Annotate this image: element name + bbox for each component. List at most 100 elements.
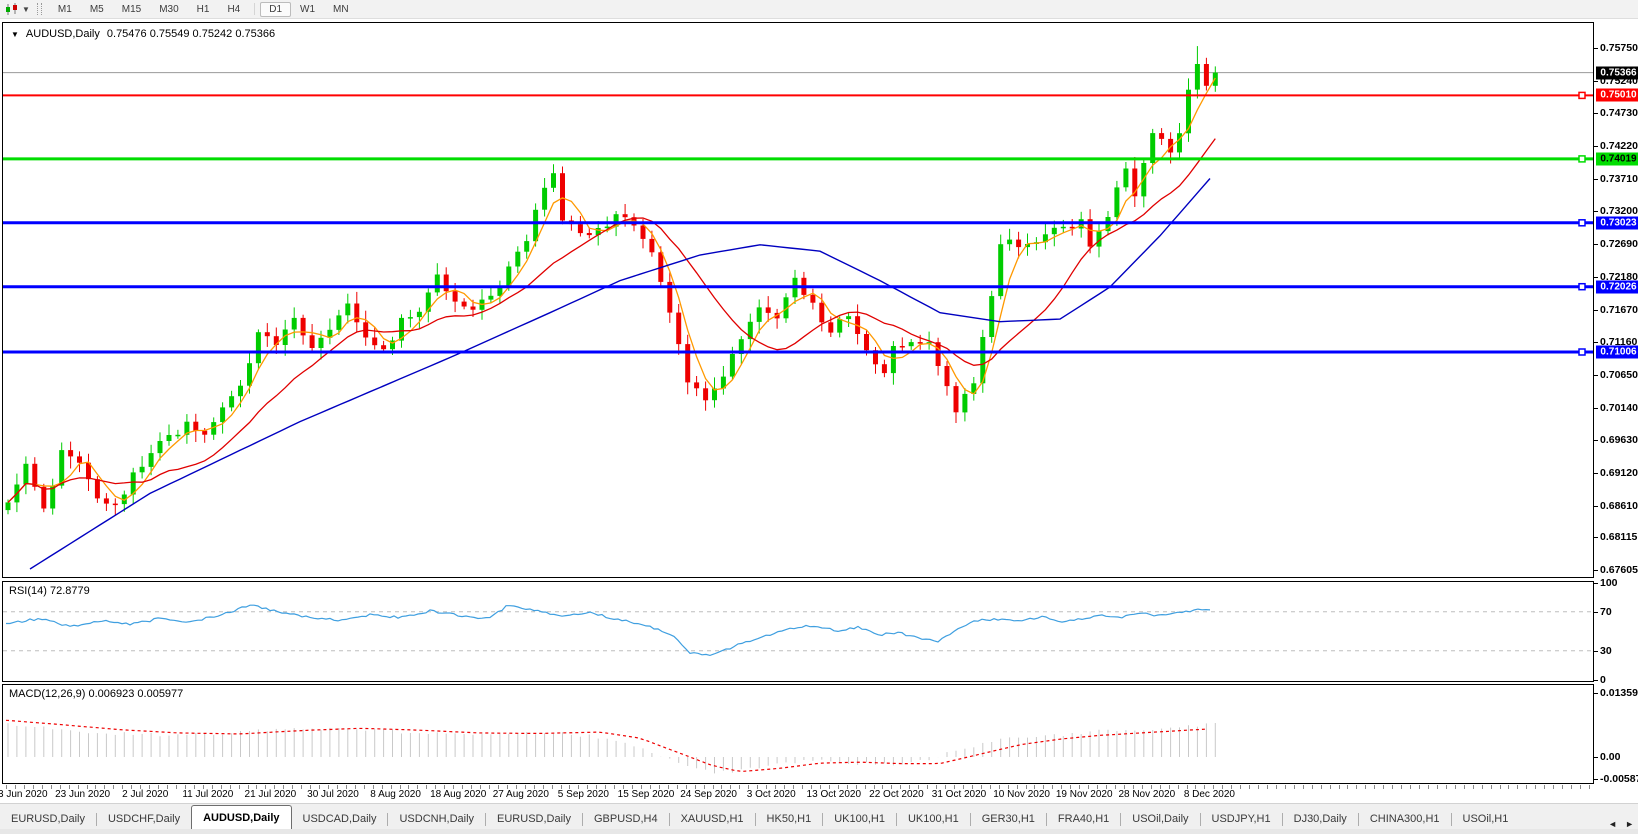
chart-tab-china300-h1[interactable]: CHINA300,H1	[1359, 809, 1451, 830]
line-handle[interactable]	[1579, 92, 1585, 98]
tab-scroll-right-icon[interactable]: ►	[1625, 819, 1634, 829]
chart-tab-uk100-h1[interactable]: UK100,H1	[823, 809, 896, 830]
collapse-icon[interactable]: ▼	[11, 30, 19, 39]
date-axis-tick	[1374, 785, 1375, 789]
chart-tab-usoil-h1[interactable]: USOil,H1	[1452, 809, 1520, 830]
date-axis-tick	[1517, 785, 1518, 789]
date-axis-tick	[1401, 785, 1402, 789]
date-axis-tick	[1526, 785, 1527, 789]
date-axis-label: 13 Jun 2020	[0, 789, 48, 800]
chart-tab-usdjpy-h1[interactable]: USDJPY,H1	[1201, 809, 1282, 830]
date-axis-tick	[1276, 785, 1277, 789]
date-axis-tick	[1428, 785, 1429, 789]
chart-tab-ger30-h1[interactable]: GER30,H1	[971, 809, 1046, 830]
candle-body	[23, 464, 28, 485]
price-axis-label: 0.74220	[1600, 140, 1638, 152]
date-axis-tick	[1365, 785, 1366, 789]
chart-tab-xauusd-h1[interactable]: XAUUSD,H1	[670, 809, 755, 830]
toolbar-grip[interactable]	[37, 3, 42, 15]
chart-tab-usdcnh-daily[interactable]: USDCNH,Daily	[388, 809, 485, 830]
candle-body	[104, 498, 109, 503]
candle-body	[891, 346, 896, 373]
candle-body	[158, 441, 163, 453]
candle-body	[1195, 64, 1200, 90]
chart-tab-usoil-daily[interactable]: USOil,Daily	[1121, 809, 1199, 830]
macd-axis-label: 0.00	[1600, 751, 1620, 763]
chart-tab-uk100-h1[interactable]: UK100,H1	[897, 809, 970, 830]
line-handle[interactable]	[1579, 220, 1585, 226]
candle-body	[703, 388, 708, 400]
date-axis-tick	[301, 785, 302, 789]
chart-tab-eurusd-daily[interactable]: EURUSD,Daily	[486, 809, 582, 830]
candle-body	[587, 233, 592, 235]
chart-tab-usdchf-daily[interactable]: USDCHF,Daily	[97, 809, 191, 830]
timeframe-button-m1[interactable]: M1	[49, 2, 81, 17]
rsi-axis-tick	[1594, 680, 1598, 681]
price-badge-0.74019: 0.74019	[1596, 152, 1638, 165]
date-axis-tick	[489, 785, 490, 789]
main-chart-panel[interactable]: ▼ AUDUSD,Daily 0.75476 0.75549 0.75242 0…	[2, 22, 1594, 578]
toolbar-separator	[254, 3, 255, 15]
rsi-panel[interactable]: RSI(14) 72.8779	[2, 581, 1594, 682]
candle-body	[95, 479, 100, 498]
candle-body	[837, 319, 842, 333]
chart-tab-audusd-daily[interactable]: AUDUSD,Daily	[191, 805, 291, 830]
timeframe-button-mn[interactable]: MN	[324, 2, 358, 17]
line-handle[interactable]	[1579, 156, 1585, 162]
chevron-down-icon[interactable]: ▼	[22, 5, 30, 14]
chart-tab-hk50-h1[interactable]: HK50,H1	[756, 809, 823, 830]
price-axis-label: 0.68115	[1600, 531, 1637, 543]
line-handle[interactable]	[1579, 284, 1585, 290]
rsi-axis-label: 30	[1600, 645, 1612, 657]
timeframe-button-m5[interactable]: M5	[81, 2, 113, 17]
candle-body	[962, 394, 967, 413]
price-axis-tick	[1594, 211, 1598, 212]
macd-label: MACD(12,26,9) 0.006923 0.005977	[9, 688, 183, 700]
price-axis-label: 0.67605	[1600, 564, 1638, 576]
candle-body	[444, 275, 449, 292]
chart-tab-gbpusd-h4[interactable]: GBPUSD,H4	[583, 809, 669, 830]
date-axis-tick	[1419, 785, 1420, 789]
candle-body	[140, 467, 145, 473]
timeframe-button-m30[interactable]: M30	[150, 2, 187, 17]
date-axis-label: 21 Jul 2020	[245, 789, 297, 800]
macd-panel[interactable]: MACD(12,26,9) 0.006923 0.005977	[2, 684, 1594, 784]
date-axis-label: 27 Aug 2020	[493, 789, 549, 800]
date-axis-tick	[1553, 785, 1554, 789]
timeframe-button-h4[interactable]: H4	[218, 2, 249, 17]
timeframe-button-w1[interactable]: W1	[291, 2, 324, 17]
date-axis-tick	[1482, 785, 1483, 789]
date-axis-tick	[1392, 785, 1393, 789]
timeframe-button-m15[interactable]: M15	[113, 2, 150, 17]
date-axis-tick	[802, 785, 803, 789]
candle-body	[989, 296, 994, 337]
candle-body	[882, 364, 887, 373]
tab-scroll-left-icon[interactable]: ◄	[1608, 819, 1617, 829]
candle-body	[1177, 133, 1182, 152]
price-axis-tick	[1594, 570, 1598, 571]
rsi-axis-tick	[1594, 612, 1598, 613]
date-axis-tick	[1410, 785, 1411, 789]
candlestick-chart-icon	[5, 3, 19, 16]
candle-body	[1204, 64, 1209, 86]
date-axis-tick	[1115, 785, 1116, 789]
chart-tab-fra40-h1[interactable]: FRA40,H1	[1047, 809, 1120, 830]
candle-body	[766, 307, 771, 313]
price-badge-0.75366: 0.75366	[1596, 66, 1638, 79]
candle-body	[229, 396, 234, 407]
line-handle[interactable]	[1579, 349, 1585, 355]
price-axis-tick	[1594, 342, 1598, 343]
price-axis-label: 0.71670	[1600, 304, 1638, 316]
chart-tab-eurusd-daily[interactable]: EURUSD,Daily	[0, 809, 96, 830]
chart-tools-icon[interactable]	[3, 2, 21, 16]
candlestick-chart	[3, 23, 1593, 577]
candle-body	[1016, 240, 1021, 248]
date-axis-tick	[426, 785, 427, 789]
timeframe-button-h1[interactable]: H1	[188, 2, 219, 17]
chart-tab-usdcad-daily[interactable]: USDCAD,Daily	[292, 809, 388, 830]
candle-body	[551, 173, 556, 188]
date-axis-tick	[1303, 785, 1304, 789]
timeframe-button-d1[interactable]: D1	[260, 2, 291, 17]
chart-tab-dj30-daily[interactable]: DJ30,Daily	[1283, 809, 1358, 830]
date-axis-tick	[1285, 785, 1286, 789]
